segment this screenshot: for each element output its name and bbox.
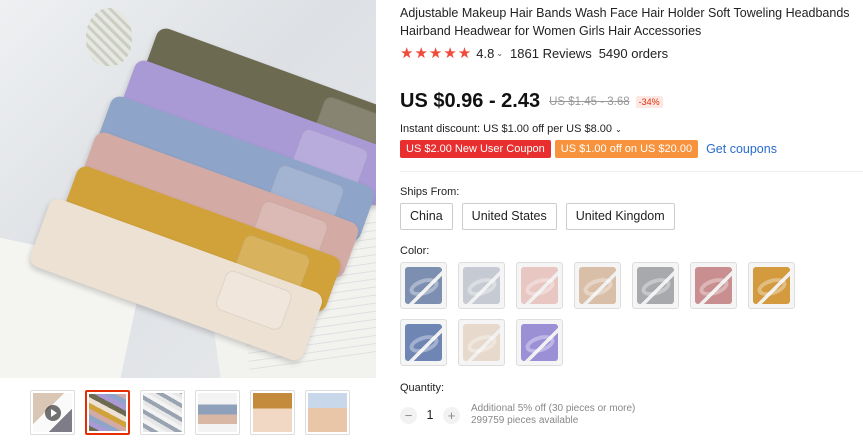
swatch-blue[interactable] (400, 319, 447, 366)
swatch-grey[interactable] (632, 262, 679, 309)
play-icon (45, 405, 61, 421)
swatch-cream[interactable] (458, 319, 505, 366)
quantity-increase-button[interactable]: + (443, 406, 460, 424)
swatch-denim-blue[interactable] (400, 262, 447, 309)
pineapple-decoration (86, 8, 132, 66)
ships-from-options: China United States United Kingdom (400, 203, 675, 230)
ship-option-china[interactable]: China (400, 203, 453, 230)
store-coupon[interactable]: US $1.00 off on US $20.00 (554, 140, 699, 158)
current-price: US $0.96 - 2.43 (400, 90, 541, 112)
rating-value[interactable]: 4.8 (476, 46, 494, 61)
get-coupons-link[interactable]: Get coupons (706, 142, 777, 156)
reviews-link[interactable]: 1861 Reviews (510, 46, 592, 61)
rating-row: ★★★★★ 4.8 ⌄ 1861 Reviews 5490 orders (400, 44, 668, 62)
quantity-decrease-button[interactable]: − (400, 406, 417, 424)
original-price: US $1.45 - 3.68 (549, 95, 630, 108)
color-swatches (400, 262, 820, 366)
swatch-pale-pink[interactable] (516, 262, 563, 309)
coupon-row: US $2.00 New User Coupon US $1.00 off on… (400, 140, 777, 158)
swatch-light-grey[interactable] (458, 262, 505, 309)
instant-discount-text: Instant discount: US $1.00 off per US $8… (400, 123, 612, 135)
main-product-image[interactable] (0, 0, 376, 378)
new-user-coupon[interactable]: US $2.00 New User Coupon (400, 140, 551, 158)
swatch-mustard[interactable] (748, 262, 795, 309)
ships-from-label: Ships From: (400, 186, 460, 198)
divider (400, 171, 863, 172)
product-title: Adjustable Makeup Hair Bands Wash Face H… (400, 6, 850, 38)
thumbnail-video[interactable] (30, 390, 75, 435)
chevron-down-icon[interactable]: ⌄ (496, 49, 503, 58)
discount-badge: -34% (635, 95, 663, 108)
rating-stars-icon: ★★★★★ (400, 45, 473, 62)
pieces-available: 299759 pieces available (471, 415, 579, 426)
chevron-down-icon: ⌄ (615, 125, 622, 134)
swatch-dusty-pink[interactable] (690, 262, 737, 309)
ship-option-united-kingdom[interactable]: United Kingdom (565, 203, 675, 230)
quantity-stepper: − 1 + Additional 5% off (30 pieces or mo… (400, 403, 635, 427)
instant-discount[interactable]: Instant discount: US $1.00 off per US $8… (400, 123, 622, 135)
swatch-purple[interactable] (516, 319, 563, 366)
thumbnail-strip (30, 390, 350, 435)
color-label: Color: (400, 245, 430, 257)
quantity-value[interactable]: 1 (417, 408, 443, 422)
thumbnail-headbands-rolled[interactable] (140, 390, 185, 435)
bulk-discount-note: Additional 5% off (30 pieces or more) (471, 403, 636, 414)
quantity-notes: Additional 5% off (30 pieces or more) 29… (471, 403, 635, 427)
thumbnail-headbands-flat[interactable] (195, 390, 240, 435)
swatch-beige[interactable] (574, 262, 621, 309)
ship-option-united-states[interactable]: United States (461, 203, 557, 230)
thumbnail-headbands-stack[interactable] (85, 390, 130, 435)
orders-count: 5490 orders (598, 45, 669, 61)
quantity-label: Quantity: (400, 382, 445, 394)
thumbnail-model-mustard[interactable] (250, 390, 295, 435)
price-row: US $0.96 - 2.43 US $1.45 - 3.68 -34% (400, 90, 663, 113)
thumbnail-model-wearing[interactable] (305, 390, 350, 435)
